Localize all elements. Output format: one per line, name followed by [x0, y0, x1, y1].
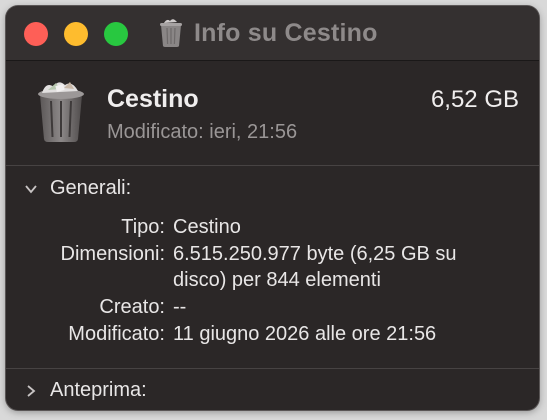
- item-size: 6,52 GB: [430, 86, 519, 113]
- trash-full-icon: [38, 82, 84, 142]
- section-general-toggle[interactable]: Generali:: [24, 177, 131, 200]
- info-value: 6.515.250.977 byte (6,25 GB su disco) pe…: [173, 243, 457, 291]
- info-label: Dimensioni:: [60, 243, 165, 265]
- item-name: Cestino: [107, 85, 199, 113]
- title-bar[interactable]: Info su Cestino: [6, 6, 539, 61]
- section-general-label: Generali:: [50, 177, 132, 199]
- info-value: 11 giugno 2026 alle ore 21:56: [173, 323, 437, 345]
- info-window: Info su Cestino Cestino 6,52 GB Modifica…: [6, 6, 539, 410]
- chevron-right-icon: [27, 384, 36, 397]
- section-preview-toggle[interactable]: Anteprima:: [24, 379, 147, 402]
- close-button[interactable]: [24, 22, 48, 46]
- info-value: --: [173, 296, 187, 318]
- info-row-created: Creato: --: [6, 294, 539, 320]
- item-header: Cestino 6,52 GB Modificato: ieri, 21:56: [6, 61, 539, 165]
- divider: [6, 165, 539, 166]
- section-preview-label: Anteprima:: [50, 379, 147, 401]
- info-row-type: Tipo: Cestino: [6, 214, 539, 240]
- info-row-modified: Modificato: 11 giugno 2026 alle ore 21:5…: [6, 321, 539, 347]
- info-label: Creato:: [99, 296, 165, 318]
- zoom-button[interactable]: [104, 22, 128, 46]
- item-modified: Modificato: ieri, 21:56: [107, 121, 298, 143]
- info-label: Tipo:: [121, 216, 165, 238]
- window-title-area: Info su Cestino: [158, 16, 378, 50]
- info-value: Cestino: [173, 216, 241, 238]
- minimize-button[interactable]: [64, 22, 88, 46]
- divider: [6, 368, 539, 369]
- trash-icon: [160, 19, 182, 47]
- general-info: Tipo: Cestino Dimensioni: 6.515.250.977 …: [6, 214, 539, 348]
- info-label: Modificato:: [68, 323, 165, 345]
- chevron-down-icon: [25, 184, 37, 193]
- window-title: Info su Cestino: [194, 18, 378, 47]
- info-row-size: Dimensioni: 6.515.250.977 byte (6,25 GB …: [6, 241, 539, 293]
